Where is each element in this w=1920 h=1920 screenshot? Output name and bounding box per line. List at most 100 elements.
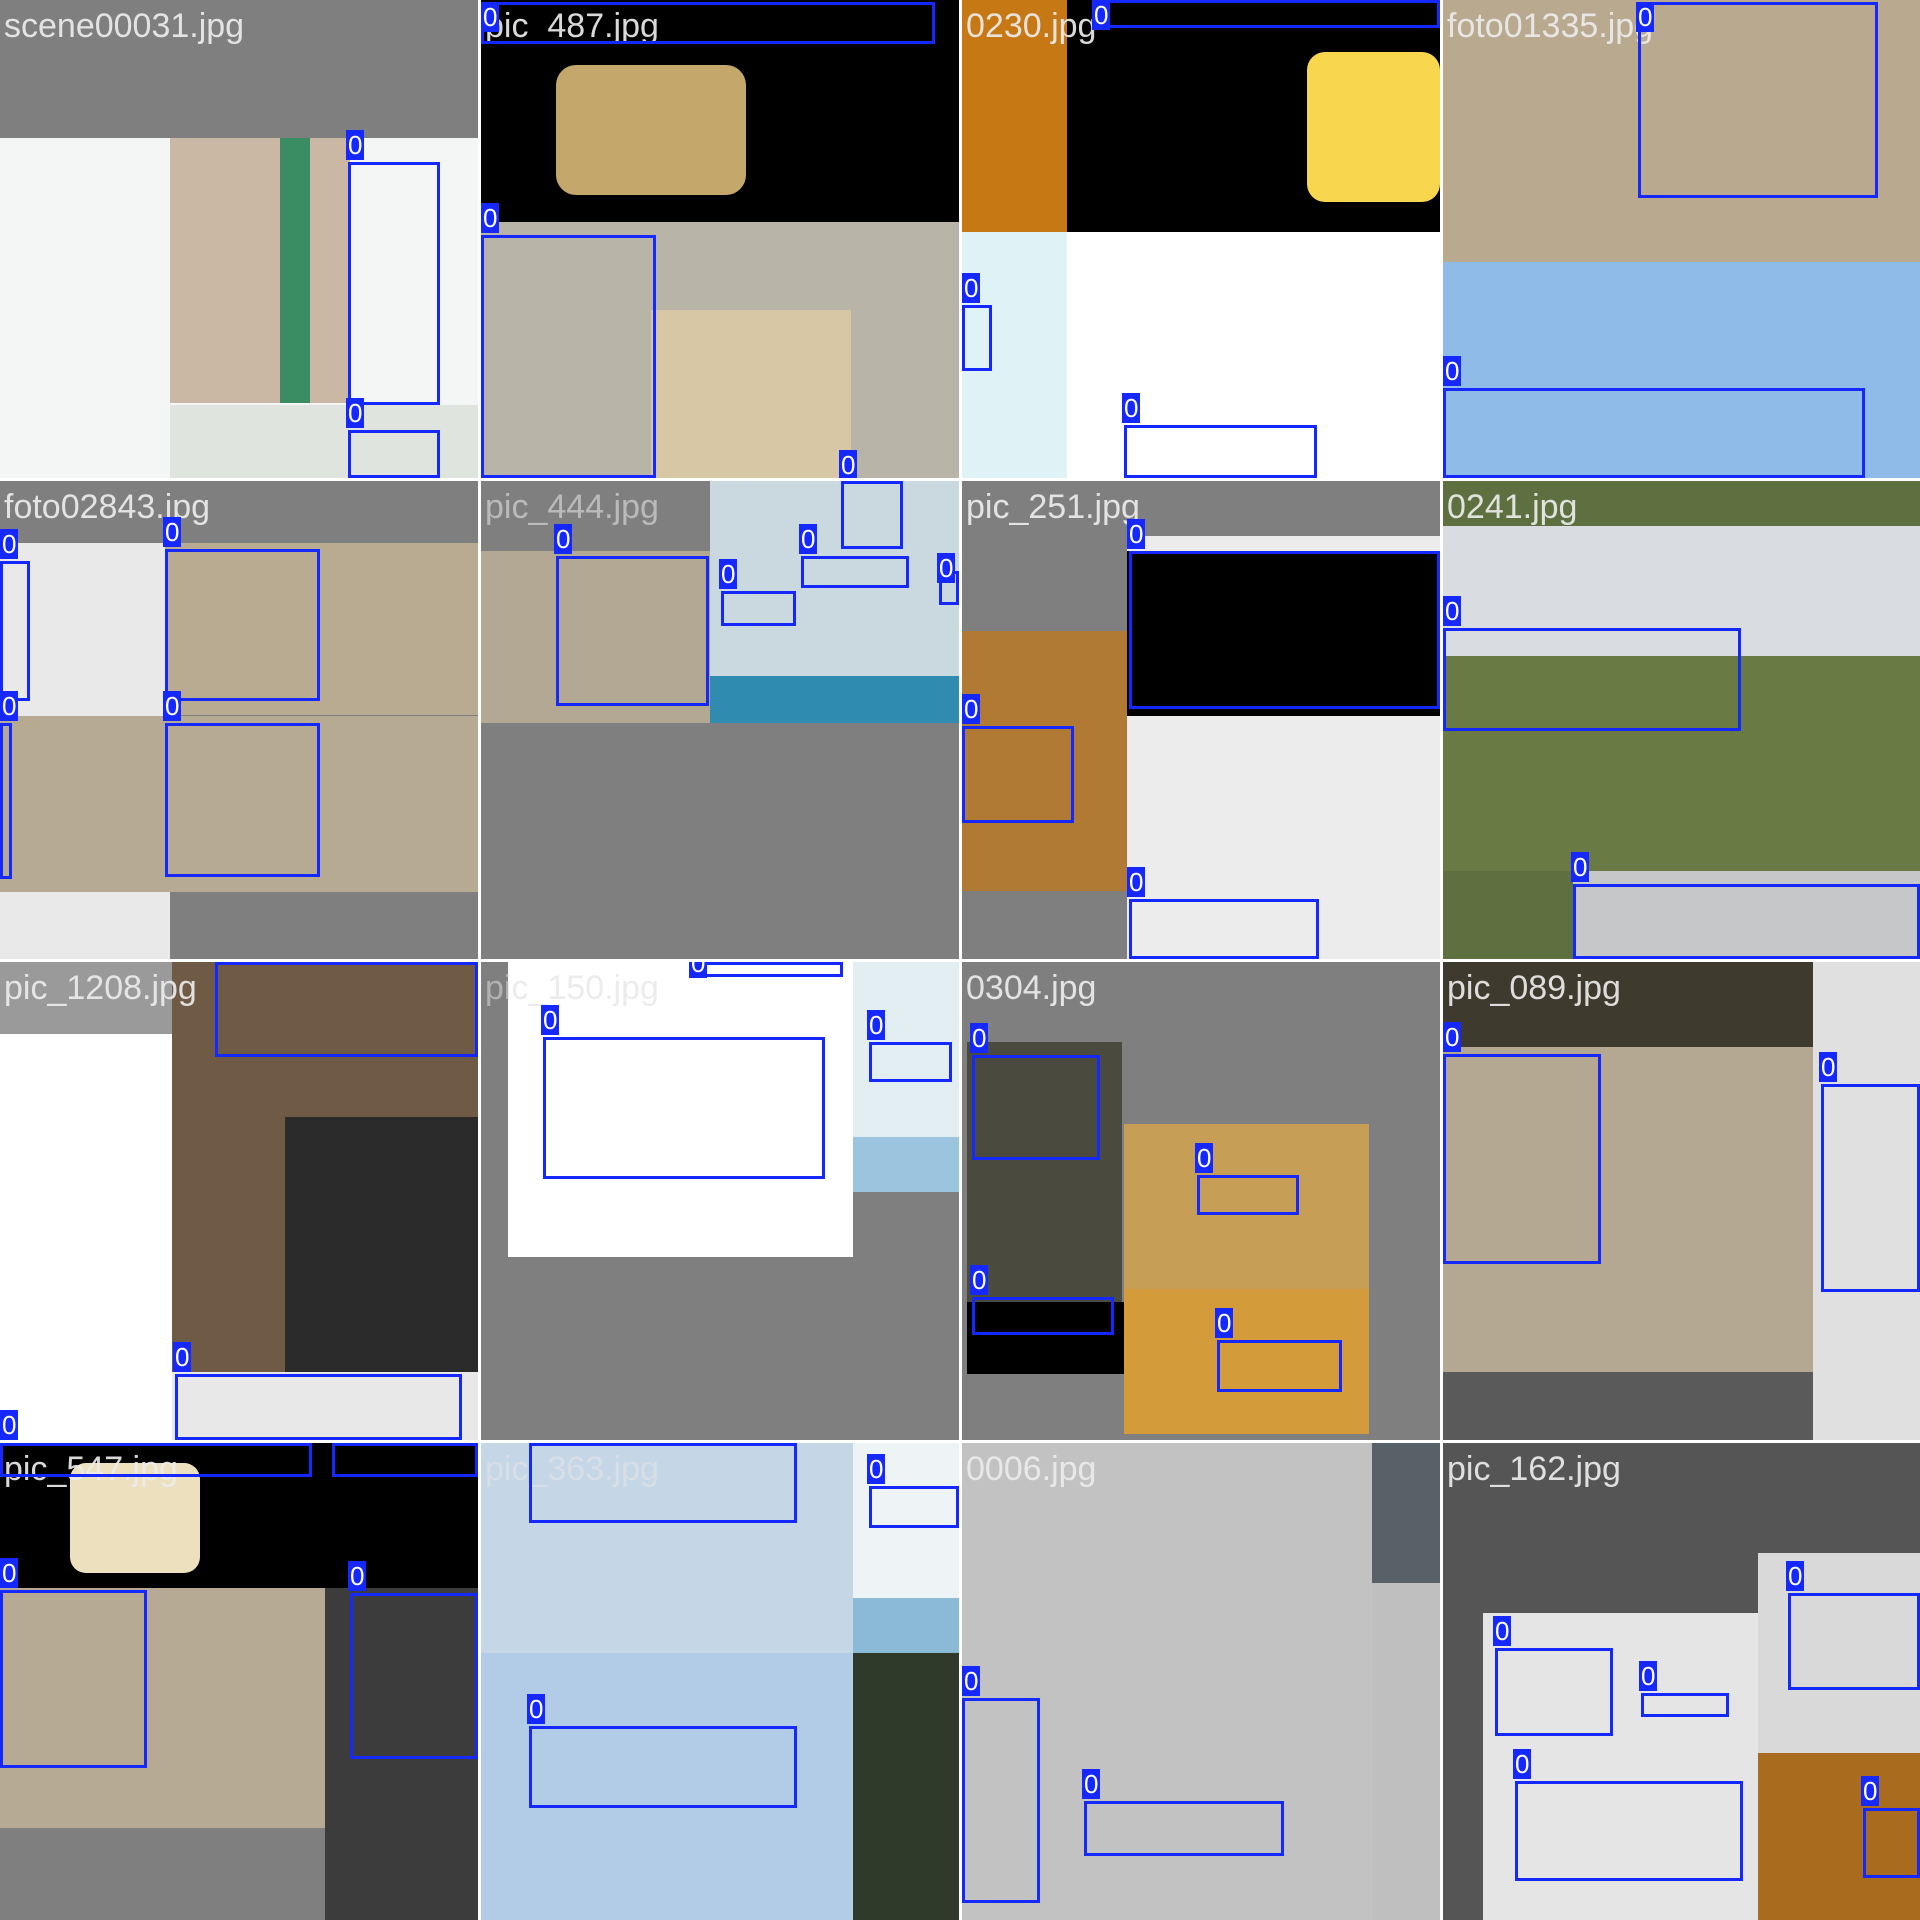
detection-box <box>691 962 843 977</box>
image-patch <box>1372 1443 1440 1583</box>
image-filename: pic_1208.jpg <box>4 969 197 1007</box>
image-filename: pic_150.jpg <box>485 969 659 1007</box>
class-label: 0 <box>1127 867 1146 897</box>
class-label: 0 <box>163 691 182 721</box>
mosaic-tile: foto02843.jpg 0 0 0 0 <box>0 481 478 959</box>
class-label: 0 <box>541 1005 560 1035</box>
detection-box <box>1495 1648 1613 1736</box>
detection-box <box>1084 1801 1284 1856</box>
class-label: 0 <box>1493 1616 1512 1646</box>
detection-box <box>972 1297 1114 1335</box>
image-patch <box>1372 1583 1440 1920</box>
image-filename: pic_162.jpg <box>1447 1450 1621 1488</box>
detection-box <box>0 561 30 701</box>
class-label: 0 <box>0 529 19 559</box>
detection-box <box>801 556 909 588</box>
class-label: 0 <box>962 1666 981 1696</box>
image-filename: scene00031.jpg <box>4 7 245 45</box>
detection-box <box>0 723 12 879</box>
mosaic-tile: pic_547.jpg 0 0 0 0 <box>0 1443 478 1920</box>
detection-box <box>529 1443 797 1523</box>
class-label: 0 <box>346 130 365 160</box>
detection-box <box>332 1443 478 1477</box>
class-label: 0 <box>554 524 573 554</box>
detection-grid: scene00031.jpg 0 0 pic_487.jpg 0 0 0 023… <box>0 0 1920 1920</box>
mosaic-tile: pic_162.jpg 0 0 0 0 0 <box>1443 1443 1920 1920</box>
image-patch <box>853 1598 959 1653</box>
class-label: 0 <box>1122 393 1141 423</box>
detection-box <box>175 1374 462 1440</box>
class-label: 0 <box>0 1410 19 1440</box>
class-label: 0 <box>1639 1661 1658 1691</box>
detection-box <box>1443 628 1741 731</box>
class-label: 0 <box>839 450 858 478</box>
mosaic-tile: pic_150.jpg 0 0 0 <box>481 962 959 1440</box>
detection-box <box>556 556 709 706</box>
detection-box <box>348 430 440 478</box>
image-filename: 0006.jpg <box>966 1450 1097 1488</box>
class-label: 0 <box>1082 1769 1101 1799</box>
detection-box <box>1863 1808 1920 1878</box>
class-label: 0 <box>1636 2 1655 32</box>
detection-box <box>962 726 1074 823</box>
image-filename: 0241.jpg <box>1447 488 1578 526</box>
class-label: 0 <box>1127 519 1146 549</box>
mosaic-tile: pic_251.jpg 0 0 0 <box>962 481 1440 959</box>
class-label: 0 <box>962 273 981 303</box>
image-filename: pic_444.jpg <box>485 488 659 526</box>
detection-box <box>529 1726 797 1808</box>
detection-box <box>481 2 935 44</box>
detection-box <box>1102 0 1440 28</box>
mosaic-tile: foto01335.jpg 0 0 <box>1443 0 1920 478</box>
detection-box <box>1821 1084 1920 1292</box>
class-label: 0 <box>0 691 19 721</box>
image-patch <box>853 1653 959 1920</box>
class-label: 0 <box>1092 0 1111 30</box>
mosaic-tile: scene00031.jpg 0 0 <box>0 0 478 478</box>
detection-box <box>165 549 320 701</box>
detection-box <box>215 962 478 1057</box>
mosaic-tile: 0230.jpg 0 0 0 <box>962 0 1440 478</box>
class-label: 0 <box>481 2 500 32</box>
class-label: 0 <box>867 1010 886 1040</box>
detection-box <box>1217 1340 1342 1392</box>
detection-box <box>841 481 903 549</box>
class-label: 0 <box>173 1342 192 1372</box>
detection-box <box>1638 2 1878 198</box>
class-label: 0 <box>689 962 708 978</box>
image-filename: 0230.jpg <box>966 7 1097 45</box>
class-label: 0 <box>937 553 956 583</box>
class-label: 0 <box>1443 356 1462 386</box>
class-label: 0 <box>970 1023 989 1053</box>
image-patch <box>285 1117 478 1372</box>
detection-box <box>543 1037 825 1179</box>
detection-box <box>1124 425 1317 478</box>
image-patch <box>710 676 959 723</box>
detection-box <box>165 723 320 877</box>
detection-box <box>721 591 796 626</box>
image-filename: pic_251.jpg <box>966 488 1140 526</box>
detection-box <box>1641 1693 1729 1717</box>
detection-box <box>1443 1054 1601 1264</box>
class-label: 0 <box>1215 1308 1234 1338</box>
image-patch <box>651 310 851 478</box>
class-label: 0 <box>970 1265 989 1295</box>
class-label: 0 <box>346 398 365 428</box>
image-patch <box>853 1137 959 1192</box>
detection-box <box>348 162 440 405</box>
image-patch <box>1307 52 1440 202</box>
class-label: 0 <box>527 1694 546 1724</box>
class-label: 0 <box>1195 1143 1214 1173</box>
mosaic-tile: 0304.jpg 0 0 0 0 <box>962 962 1440 1440</box>
image-patch <box>556 65 746 195</box>
class-label: 0 <box>1786 1561 1805 1591</box>
class-label: 0 <box>163 517 182 547</box>
detection-box <box>1129 899 1319 959</box>
detection-box <box>972 1055 1100 1160</box>
image-filename: 0304.jpg <box>966 969 1097 1007</box>
class-label: 0 <box>1861 1776 1880 1806</box>
class-label: 0 <box>962 694 981 724</box>
mosaic-canvas: { "tiles": [ { "name": "scene00031.jpg",… <box>0 0 1920 1920</box>
detection-box <box>1515 1781 1743 1881</box>
detection-box <box>0 1443 312 1477</box>
